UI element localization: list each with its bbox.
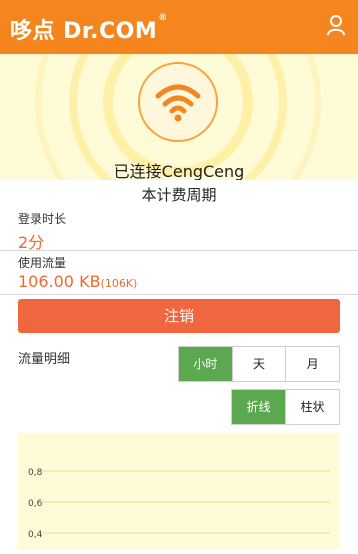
period-option-hour[interactable]: 小时 [179,347,232,381]
divider [0,294,358,295]
wifi-icon [155,84,201,122]
divider [0,250,358,251]
login-duration-label: 登录时长 [18,212,67,226]
traffic-used-value: 106.00 KB [18,272,101,291]
traffic-used-value-row: 106.00 KB(106K) [18,272,137,291]
app-header: 哆点 Dr.COM® [0,0,358,54]
period-selector: 小时 天 月 [178,346,340,382]
period-option-day[interactable]: 天 [231,347,286,381]
app-logo: 哆点 Dr.COM® [10,13,168,45]
y-tick-label: 0,6 [28,499,43,509]
traffic-detail-label: 流量明细 [18,352,71,367]
connected-network-text: 已连接CengCeng [113,162,245,180]
y-tick-label: 0,4 [28,530,43,540]
traffic-chart: 0,8 0,6 0,4 [18,433,340,550]
user-icon[interactable] [326,14,346,36]
chart-mode-selector: 折线 柱状 [231,389,340,425]
logo-text: 哆点 Dr.COM [10,19,158,44]
billing-period-title: 本计费周期 [141,186,217,204]
mode-option-line[interactable]: 折线 [232,390,285,424]
y-tick-label: 0,8 [28,468,43,478]
traffic-chart-svg: 0,8 0,6 0,4 [28,468,330,540]
traffic-used-label: 使用流量 [18,256,67,270]
logo-registered-mark: ® [158,13,168,23]
traffic-used-raw: (106K) [100,277,138,290]
period-option-month[interactable]: 月 [285,347,340,381]
connection-status-banner: 已连接CengCeng [0,54,358,180]
wifi-status-circle [138,62,218,142]
logout-button[interactable]: 注销 [18,299,340,333]
mode-option-bar[interactable]: 柱状 [285,390,339,424]
